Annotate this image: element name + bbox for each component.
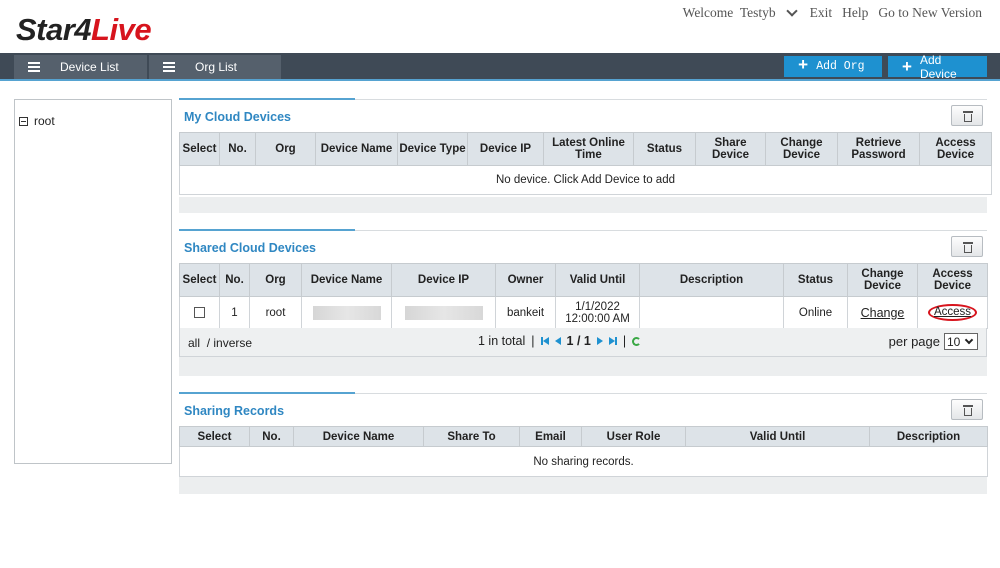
logo: Star4Live bbox=[16, 12, 152, 47]
col-header: Valid Until bbox=[555, 263, 640, 297]
col-header: No. bbox=[219, 263, 250, 297]
trash-icon[interactable] bbox=[951, 399, 983, 420]
prev-page-icon[interactable] bbox=[554, 337, 561, 345]
panel-footer bbox=[179, 357, 987, 376]
valid-until-cell: 1/1/2022 12:00:00 AM bbox=[555, 296, 640, 329]
sharing-records-table: Select No. Device Name Share To Email Us… bbox=[179, 426, 988, 477]
panel-footer bbox=[179, 197, 987, 213]
collapse-icon[interactable] bbox=[19, 116, 28, 126]
col-header: No. bbox=[249, 426, 294, 447]
trash-icon[interactable] bbox=[951, 105, 983, 126]
panel-footer bbox=[179, 477, 987, 494]
trash-icon[interactable] bbox=[951, 236, 983, 257]
my-cloud-devices-panel: My Cloud Devices Select No. Org Device N… bbox=[179, 98, 992, 213]
last-page-icon[interactable] bbox=[608, 334, 617, 348]
first-page-icon[interactable] bbox=[540, 334, 549, 348]
redacted-device-ip bbox=[404, 305, 483, 320]
plus-icon: + bbox=[902, 57, 912, 76]
col-header: Access Device bbox=[917, 263, 988, 297]
my-cloud-table: Select No. Org Device Name Device Type D… bbox=[179, 132, 992, 195]
navbar: Device List Org List + Add Org + Add Devic… bbox=[0, 53, 1000, 81]
select-all-link[interactable]: all bbox=[188, 336, 200, 350]
add-org-button[interactable]: + Add Org bbox=[784, 56, 882, 77]
col-header: Status bbox=[783, 263, 848, 297]
col-header: Description bbox=[639, 263, 784, 297]
redacted-device-name bbox=[312, 305, 381, 320]
col-header: User Role bbox=[581, 426, 686, 447]
change-device-link[interactable]: Change bbox=[861, 306, 905, 320]
tab-device-list[interactable]: Device List bbox=[14, 55, 147, 79]
col-header: Device Type bbox=[397, 132, 468, 166]
change-cell: Change bbox=[847, 296, 918, 329]
pager: all / inverse 1 in total | 1 / 1 | per p… bbox=[179, 328, 987, 357]
shared-cloud-table: Select No. Org Device Name Device IP Own… bbox=[179, 263, 988, 329]
empty-message: No sharing records. bbox=[179, 446, 988, 477]
panel-title: Sharing Records bbox=[179, 392, 355, 424]
per-page-label: per page bbox=[888, 334, 940, 349]
col-header: No. bbox=[219, 132, 256, 166]
org-cell: root bbox=[249, 296, 302, 329]
shared-cloud-devices-panel: Shared Cloud Devices Select No. Org Devi… bbox=[179, 229, 988, 376]
panel-title: Shared Cloud Devices bbox=[179, 229, 355, 261]
col-header: Access Device bbox=[919, 132, 992, 166]
org-tree: root bbox=[14, 99, 172, 464]
col-header: Status bbox=[633, 132, 696, 166]
device-ip-cell bbox=[391, 296, 496, 329]
col-header: Retrieve Password bbox=[837, 132, 920, 166]
empty-message: No device. Click Add Device to add bbox=[179, 165, 992, 195]
col-header: Description bbox=[869, 426, 988, 447]
header: Star4Live Welcome Testyb Exit Help Go to… bbox=[0, 0, 1000, 53]
new-version-link[interactable]: Go to New Version bbox=[878, 5, 982, 21]
col-header: Device IP bbox=[391, 263, 496, 297]
top-nav: Welcome Testyb Exit Help Go to New Versi… bbox=[683, 5, 982, 21]
col-header: Share To bbox=[423, 426, 520, 447]
col-header: Device Name bbox=[315, 132, 398, 166]
col-header: Select bbox=[179, 426, 250, 447]
col-header: Latest Online Time bbox=[543, 132, 634, 166]
table-row: 1 root bankeit 1/1/2022 12:00:00 AM Onlin… bbox=[179, 296, 988, 329]
page-indicator: 1 / 1 bbox=[566, 334, 591, 348]
col-header: Owner bbox=[495, 263, 556, 297]
next-page-icon[interactable] bbox=[596, 337, 603, 345]
row-checkbox[interactable] bbox=[194, 306, 205, 318]
col-header: Select bbox=[179, 132, 220, 166]
tab-org-list[interactable]: Org List bbox=[149, 55, 281, 79]
per-page-select[interactable]: 10 bbox=[944, 333, 978, 350]
status-cell: Online bbox=[783, 296, 848, 329]
col-header: Device Name bbox=[293, 426, 424, 447]
panel-title: My Cloud Devices bbox=[179, 98, 355, 130]
refresh-icon[interactable] bbox=[632, 336, 642, 346]
list-icon bbox=[163, 62, 175, 72]
col-header: Org bbox=[249, 263, 302, 297]
access-device-link[interactable]: Access bbox=[927, 304, 978, 321]
total-count: 1 in total bbox=[478, 334, 526, 348]
col-header: Email bbox=[519, 426, 582, 447]
col-header: Org bbox=[255, 132, 316, 166]
sharing-records-panel: Sharing Records Select No. Device Name S… bbox=[179, 392, 988, 494]
welcome-text: Welcome Testyb bbox=[682, 5, 776, 20]
exit-link[interactable]: Exit bbox=[810, 5, 833, 21]
list-icon bbox=[28, 62, 40, 72]
owner-cell: bankeit bbox=[495, 296, 556, 329]
chevron-down-icon[interactable] bbox=[785, 5, 798, 17]
chevron-down-icon bbox=[965, 335, 974, 345]
tree-item-root[interactable]: root bbox=[19, 114, 55, 128]
col-header: Change Device bbox=[847, 263, 918, 297]
no-cell: 1 bbox=[219, 296, 250, 329]
col-header: Device Name bbox=[301, 263, 392, 297]
col-header: Select bbox=[179, 263, 220, 297]
select-cell bbox=[179, 296, 220, 329]
description-cell bbox=[639, 296, 784, 329]
col-header: Device IP bbox=[467, 132, 544, 166]
select-inverse-link[interactable]: / inverse bbox=[207, 336, 252, 350]
plus-icon: + bbox=[798, 57, 809, 76]
add-device-button[interactable]: + Add Device bbox=[888, 53, 987, 81]
device-name-cell bbox=[301, 296, 392, 329]
col-header: Valid Until bbox=[685, 426, 870, 447]
col-header: Share Device bbox=[695, 132, 766, 166]
access-cell: Access bbox=[917, 296, 988, 329]
help-link[interactable]: Help bbox=[842, 5, 868, 21]
col-header: Change Device bbox=[765, 132, 838, 166]
